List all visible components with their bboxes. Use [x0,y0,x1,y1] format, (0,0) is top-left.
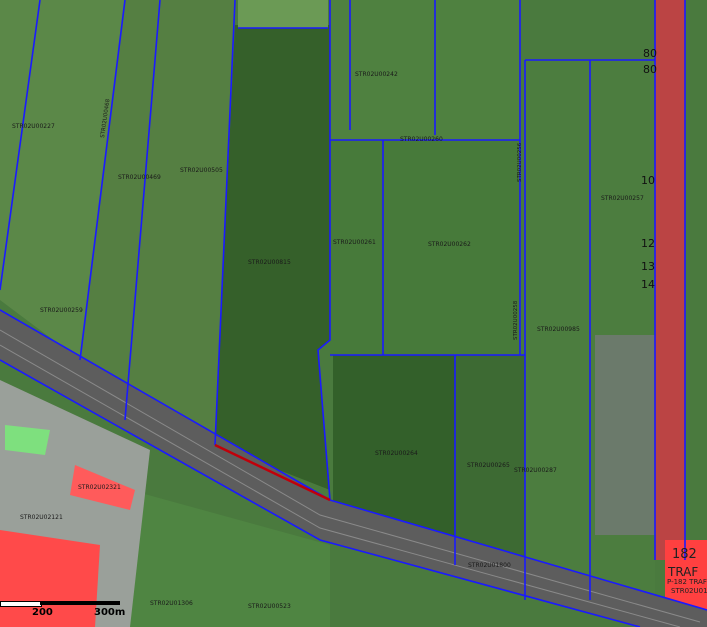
parcel-label: STR02U00261 [333,239,376,246]
housing-block [595,335,655,535]
house-number: 14 [641,278,655,291]
parcel-label: STR02U00985 [537,326,580,333]
parcel-label: STR02U00469 [118,174,161,181]
scale-label-200: 200 [32,607,53,618]
map-canvas: STR02U00227 STR02U00468 STR02U00469 STR0… [0,0,707,627]
house-number: 80 [643,63,657,76]
forest-strip [215,25,330,490]
green-area [5,425,50,455]
parcel-label: STR02U01306 [150,600,193,607]
scale-label-300m: 300m [94,607,126,618]
house-number: 10 [641,174,655,187]
parcel-label: STR02U01800 [468,562,511,569]
house-number: 12 [641,237,655,250]
traf-sublabel: P-182 TRAF [667,578,707,586]
house-number: 80 [643,47,657,60]
parcel-label: STR02U00260 [400,136,443,143]
parcel-label: STR02U01254 [671,587,707,595]
parcel-label: STR02U02121 [20,514,63,521]
parcel-label: STR02U00256 [517,142,523,182]
field-top [238,0,328,28]
field-center [330,140,520,355]
parcel-label: STR02U00259 [40,307,83,314]
housing-strip [655,0,685,560]
parcel-label: STR02U00523 [248,603,291,610]
parcel-label: STR02U00505 [180,167,223,174]
parcel-label: STR02U00815 [248,259,291,266]
traf-number: 182 [672,547,697,562]
traf-label: TRAF [667,565,698,579]
cadastral-map[interactable]: STR02U00227 STR02U00468 STR02U00469 STR0… [0,0,707,627]
scale-bar: 200 300m [0,601,125,621]
parcel-label: STR02U00265 [467,462,510,469]
field-north-center [330,0,520,140]
parcel-label: STR02U00242 [355,71,398,78]
parcel-label: STR02U00227 [12,123,55,130]
parcel-label: STR02U02321 [78,484,121,491]
scale-segment-black [40,601,120,605]
house-number: 13 [641,260,655,273]
parcel-label: STR02U00258 [513,300,519,340]
parcel-label: STR02U00262 [428,241,471,248]
parcel-label: STR02U00287 [514,467,557,474]
parcel-label: STR02U00257 [601,195,644,202]
parcel-label: STR02U00264 [375,450,418,457]
